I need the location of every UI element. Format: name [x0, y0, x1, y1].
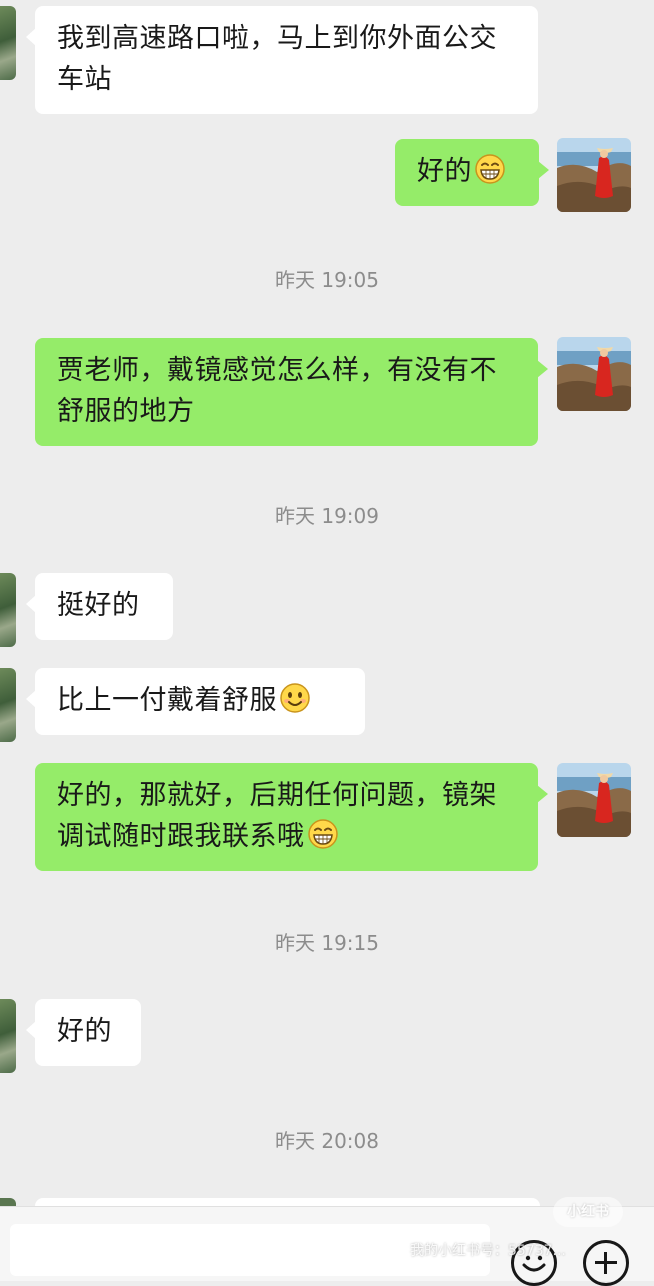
my-avatar[interactable] [557, 138, 631, 212]
message-text: 好的 [417, 156, 472, 187]
avatar-photo-icon [557, 138, 631, 212]
timestamp: 昨天 20:08 [275, 1129, 379, 1153]
timestamp: 昨天 19:09 [275, 504, 379, 528]
incoming-message-bubble[interactable]: 好的 [26, 999, 141, 1066]
avatar-photo-icon [557, 763, 631, 837]
contact-avatar[interactable] [0, 6, 16, 80]
incoming-message-bubble[interactable] [35, 1198, 540, 1206]
outgoing-message-bubble[interactable]: 好的，那就好，后期任何问题，镜架调试随时跟我联系哦 [35, 763, 548, 871]
message-text: 好的 [57, 1016, 112, 1047]
avatar-photo-icon [557, 337, 631, 411]
contact-avatar[interactable] [0, 999, 16, 1073]
chat-message-list[interactable]: 我到高速路口啦，马上到你外面公交车站 好的 昨天 19:05 贾老师，戴镜感觉怎… [0, 0, 654, 1206]
incoming-message-bubble[interactable]: 我到高速路口啦，马上到你外面公交车站 [26, 6, 538, 114]
message-text: 比上一付戴着舒服 [57, 685, 277, 716]
incoming-message-bubble[interactable]: 挺好的 [26, 573, 173, 640]
plus-icon[interactable] [583, 1240, 629, 1286]
message-text: 好的，那就好，后期任何问题，镜架调试随时跟我联系哦 [57, 780, 497, 852]
incoming-message-bubble[interactable]: 比上一付戴着舒服 [26, 668, 365, 735]
contact-avatar[interactable] [0, 1198, 16, 1206]
timestamp: 昨天 19:15 [275, 931, 379, 955]
my-avatar[interactable] [557, 763, 631, 837]
grin-emoji-icon [307, 819, 338, 849]
message-text: 贾老师，戴镜感觉怎么样，有没有不舒服的地方 [57, 355, 497, 427]
message-text: 我到高速路口啦，马上到你外面公交车站 [57, 23, 497, 95]
outgoing-message-bubble[interactable]: 贾老师，戴镜感觉怎么样，有没有不舒服的地方 [35, 338, 548, 446]
contact-avatar[interactable] [0, 573, 16, 647]
my-avatar[interactable] [557, 337, 631, 411]
timestamp: 昨天 19:05 [275, 268, 379, 292]
grin-emoji-icon [475, 154, 505, 184]
watermark-text: 我的小红书号：55737... [410, 1243, 566, 1259]
smile-emoji-icon [280, 683, 310, 713]
contact-avatar[interactable] [0, 668, 16, 742]
outgoing-message-bubble[interactable]: 好的 [395, 139, 549, 206]
watermark-logo: 小红书 [553, 1197, 623, 1227]
plus-bar-vertical [604, 1252, 607, 1274]
message-text: 挺好的 [57, 590, 140, 621]
